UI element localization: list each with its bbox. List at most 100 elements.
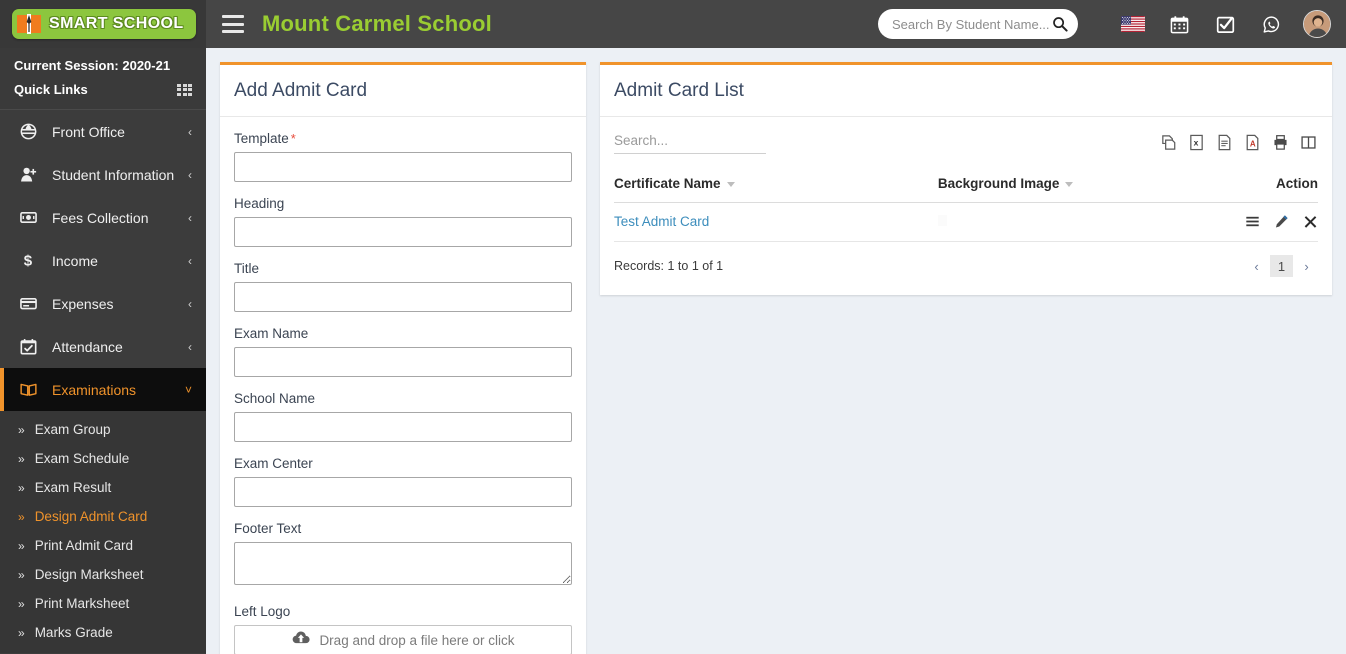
exam-name-label: Exam Name <box>234 326 309 341</box>
sidebar-item-fees-collection[interactable]: Fees Collection ‹ <box>0 196 206 239</box>
sort-caret-icon <box>1065 181 1074 187</box>
hamburger-menu-icon[interactable] <box>222 15 244 33</box>
heading-label: Heading <box>234 196 285 211</box>
left-logo-dropzone[interactable]: Drag and drop a file here or click <box>234 625 572 654</box>
column-visibility-icon[interactable] <box>1299 133 1318 152</box>
admit-card-list-body: x <box>600 117 1332 295</box>
table-row: Test Admit Card <box>614 202 1318 242</box>
delete-x-icon[interactable] <box>1302 213 1318 229</box>
submenu-item-marks-grade[interactable]: » Marks Grade <box>0 618 206 647</box>
heading-input[interactable] <box>234 217 572 247</box>
detail-list-icon[interactable] <box>1244 213 1260 229</box>
whatsapp-icon[interactable] <box>1256 9 1286 39</box>
exam-center-input[interactable] <box>234 477 572 507</box>
pdf-export-icon[interactable]: A <box>1243 133 1262 152</box>
svg-text:x: x <box>1194 137 1199 147</box>
logo-area[interactable]: SMART SCHOOL <box>0 0 206 48</box>
sidebar-item-income[interactable]: $ Income ‹ <box>0 239 206 282</box>
submenu-item-exam-result[interactable]: » Exam Result <box>0 473 206 502</box>
cell-background-image <box>937 202 1206 242</box>
sidebar-item-label: Attendance <box>52 338 123 355</box>
pagination-prev[interactable]: ‹ <box>1245 255 1268 277</box>
chevron-double-right-icon: » <box>18 509 25 524</box>
user-avatar[interactable] <box>1302 9 1332 39</box>
sidebar-item-student-information[interactable]: Student Information ‹ <box>0 153 206 196</box>
student-search-box[interactable] <box>878 9 1078 39</box>
chevron-double-right-icon: » <box>18 422 25 437</box>
examinations-submenu: » Exam Group » Exam Schedule » Exam Resu… <box>0 411 206 653</box>
cell-certificate-name: Test Admit Card <box>614 202 938 242</box>
sort-caret-icon <box>726 181 735 187</box>
submenu-item-print-admit-card[interactable]: » Print Admit Card <box>0 531 206 560</box>
brand-logo-text: SMART SCHOOL <box>49 15 184 32</box>
column-background-image[interactable]: Background Image <box>937 169 1206 203</box>
submenu-item-print-marksheet[interactable]: » Print Marksheet <box>0 589 206 618</box>
sidebar-item-examinations[interactable]: Examinations ˅ <box>0 368 206 411</box>
money-card-icon <box>20 209 40 226</box>
column-certificate-name[interactable]: Certificate Name <box>614 169 938 203</box>
sidebar-item-front-office[interactable]: Front Office ‹ <box>0 110 206 153</box>
quick-links-label: Quick Links <box>14 82 88 97</box>
submenu-item-design-marksheet[interactable]: » Design Marksheet <box>0 560 206 589</box>
pagination-page-1[interactable]: 1 <box>1270 255 1293 277</box>
sidebar: Current Session: 2020-21 Quick Links Fro… <box>0 48 206 654</box>
footer-text-textarea[interactable] <box>234 542 572 585</box>
chevron-left-icon: ‹ <box>188 124 192 139</box>
submenu-item-design-admit-card[interactable]: » Design Admit Card <box>0 502 206 531</box>
excel-export-icon[interactable]: x <box>1187 133 1206 152</box>
chevron-left-icon: ‹ <box>188 296 192 311</box>
chevron-left-icon: ‹ <box>188 253 192 268</box>
calendar-icon[interactable] <box>1164 9 1194 39</box>
submenu-item-label: Marks Grade <box>34 625 113 640</box>
sidebar-item-label: Expenses <box>52 295 114 312</box>
table-body: Test Admit Card <box>614 202 1318 242</box>
submenu-item-exam-group[interactable]: » Exam Group <box>0 415 206 444</box>
search-input[interactable] <box>892 16 1052 32</box>
edit-pencil-icon[interactable] <box>1273 213 1289 229</box>
footer-text-label: Footer Text <box>234 521 302 536</box>
print-icon[interactable] <box>1271 133 1290 152</box>
chevron-left-icon: ‹ <box>188 339 192 354</box>
left-logo-label: Left Logo <box>234 604 291 619</box>
table-header-row: Certificate Name Background Image Action <box>614 169 1318 203</box>
dropzone-text: Drag and drop a file here or click <box>319 632 515 648</box>
sidebar-item-attendance[interactable]: Attendance ‹ <box>0 325 206 368</box>
pagination-next[interactable]: › <box>1295 255 1318 277</box>
grid-apps-icon[interactable] <box>177 83 192 96</box>
page-title: Mount Carmel School <box>262 11 492 36</box>
submenu-item-exam-schedule[interactable]: » Exam Schedule <box>0 444 206 473</box>
table-footer: Records: 1 to 1 of 1 ‹ 1 › <box>614 242 1318 281</box>
field-group-left-logo: Left Logo Drag and drop a file here or c… <box>234 604 572 654</box>
title-input[interactable] <box>234 282 572 312</box>
current-session-label: Current Session: 2020-21 <box>14 58 171 73</box>
sidebar-item-expenses[interactable]: Expenses ‹ <box>0 282 206 325</box>
brand-logo[interactable]: SMART SCHOOL <box>12 9 196 39</box>
template-input[interactable] <box>234 152 572 182</box>
field-group-exam-center: Exam Center <box>234 456 572 507</box>
checkbox-task-icon[interactable] <box>1210 9 1240 39</box>
cell-actions <box>1205 202 1318 242</box>
field-group-school-name: School Name <box>234 391 572 442</box>
exam-center-label: Exam Center <box>234 456 313 471</box>
copy-icon[interactable] <box>1159 133 1178 152</box>
search-icon[interactable] <box>1052 16 1068 32</box>
admit-card-table: Certificate Name Background Image Action <box>614 169 1318 242</box>
template-label: Template * <box>234 131 296 146</box>
submenu-item-label: Exam Group <box>34 422 111 437</box>
csv-export-icon[interactable] <box>1215 133 1234 152</box>
table-search-input[interactable] <box>614 131 766 154</box>
school-name-input[interactable] <box>234 412 572 442</box>
admit-card-list-panel: Admit Card List Search... x A Certificat… <box>600 62 1332 295</box>
svg-text:$: $ <box>24 253 33 269</box>
dollar-icon: $ <box>20 252 40 269</box>
field-group-template: Template * <box>234 131 572 182</box>
pagination: ‹ 1 › <box>1245 255 1318 277</box>
chevron-down-icon: ˅ <box>184 382 192 397</box>
calendar-check-icon <box>20 338 40 355</box>
add-admit-card-form: Template * Heading Title Exam Name Schoo… <box>220 117 586 654</box>
submenu-item-label: Exam Schedule <box>34 451 130 466</box>
certificate-name-link[interactable]: Test Admit Card <box>614 214 709 229</box>
top-header-bar: SMART SCHOOL Mount Carmel School <box>0 0 1346 48</box>
language-flag-icon[interactable] <box>1118 9 1148 39</box>
exam-name-input[interactable] <box>234 347 572 377</box>
